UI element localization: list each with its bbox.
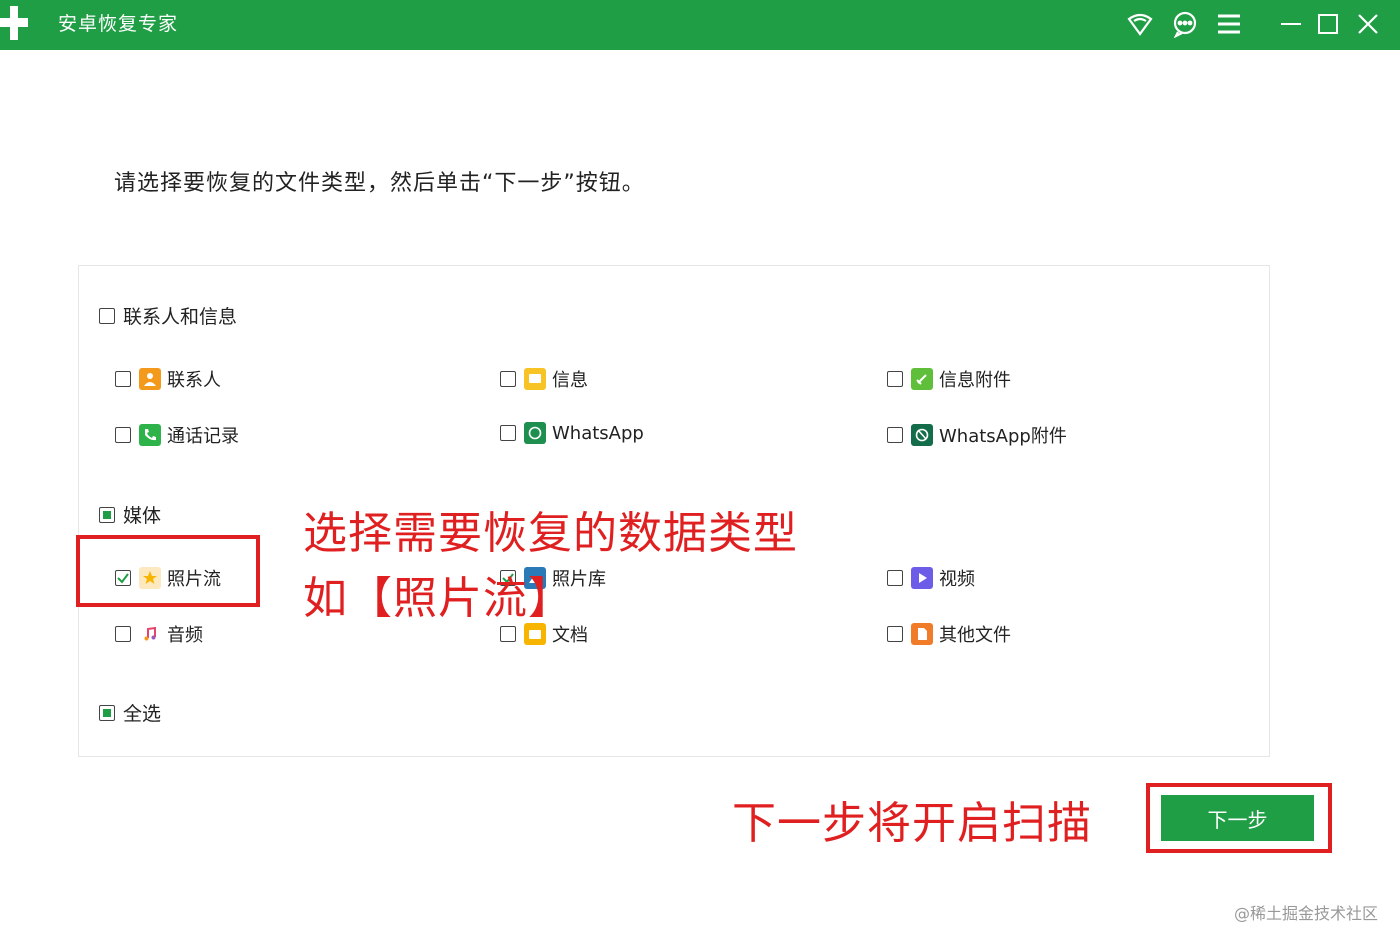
- group-contacts-checkbox-row[interactable]: 联系人和信息: [99, 302, 237, 329]
- item-other-files[interactable]: 其他文件: [887, 621, 1011, 647]
- title-bar: 安卓恢复专家: [0, 0, 1400, 50]
- next-button[interactable]: 下一步: [1161, 795, 1314, 841]
- item-contacts-label: 联系人: [167, 370, 221, 391]
- group-media-checkbox[interactable]: [99, 506, 115, 523]
- item-other-files-checkbox[interactable]: [887, 626, 903, 642]
- item-documents-checkbox[interactable]: [500, 626, 516, 642]
- annotation-line-2: 如【照片流】: [303, 573, 573, 624]
- other-file-icon: [911, 623, 933, 645]
- item-contacts-checkbox[interactable]: [115, 371, 131, 387]
- item-whatsapp-label: WhatsApp: [552, 422, 644, 444]
- maximize-icon[interactable]: [1312, 8, 1344, 40]
- watermark: @稀土掘金技术社区: [1234, 904, 1379, 923]
- annotation-line-1: 选择需要恢复的数据类型: [303, 508, 798, 559]
- select-all-row[interactable]: 全选: [99, 699, 161, 726]
- phone-icon: [139, 424, 161, 446]
- item-messages[interactable]: 信息: [500, 366, 588, 392]
- item-video-checkbox[interactable]: [887, 570, 903, 586]
- item-contacts[interactable]: 联系人: [115, 366, 221, 392]
- close-icon[interactable]: [1352, 8, 1384, 40]
- item-whatsapp-attachments-checkbox[interactable]: [887, 427, 903, 443]
- item-video[interactable]: 视频: [887, 565, 975, 591]
- select-all-checkbox[interactable]: [99, 704, 115, 721]
- item-message-attachments[interactable]: 信息附件: [887, 366, 1011, 392]
- minimize-icon[interactable]: [1275, 8, 1307, 40]
- item-audio-label: 音频: [167, 625, 203, 646]
- item-whatsapp-attachments-label: WhatsApp附件: [939, 426, 1067, 447]
- item-messages-label: 信息: [552, 370, 588, 391]
- item-whatsapp[interactable]: WhatsApp: [500, 422, 644, 444]
- group-media-label: 媒体: [123, 505, 162, 527]
- group-contacts-checkbox[interactable]: [99, 307, 115, 324]
- message-icon: [524, 368, 546, 390]
- menu-icon[interactable]: [1213, 8, 1245, 40]
- chat-icon[interactable]: [1169, 8, 1201, 40]
- item-call-log-checkbox[interactable]: [115, 427, 131, 443]
- contact-icon: [139, 368, 161, 390]
- item-message-attachments-checkbox[interactable]: [887, 371, 903, 387]
- item-call-log-label: 通话记录: [167, 426, 239, 447]
- attachment-icon: [911, 368, 933, 390]
- instruction-text: 请选择要恢复的文件类型，然后单击“下一步”按钮。: [114, 171, 645, 196]
- item-audio-checkbox[interactable]: [115, 626, 131, 642]
- item-video-label: 视频: [939, 569, 975, 590]
- video-icon: [911, 567, 933, 589]
- whatsapp-icon: [524, 422, 546, 444]
- audio-icon: [139, 623, 161, 645]
- item-message-attachments-label: 信息附件: [939, 370, 1011, 391]
- whatsapp-attachment-icon: [911, 424, 933, 446]
- app-logo-icon: [0, 2, 32, 46]
- select-all-label: 全选: [123, 703, 162, 725]
- group-contacts-label: 联系人和信息: [123, 306, 238, 328]
- item-call-log[interactable]: 通话记录: [115, 422, 239, 448]
- item-messages-checkbox[interactable]: [500, 371, 516, 387]
- group-media-checkbox-row[interactable]: 媒体: [99, 501, 161, 528]
- app-title: 安卓恢复专家: [58, 13, 179, 35]
- wifi-icon[interactable]: [1124, 8, 1156, 40]
- item-whatsapp-checkbox[interactable]: [500, 425, 516, 441]
- item-whatsapp-attachments[interactable]: WhatsApp附件: [887, 422, 1067, 448]
- document-icon: [524, 623, 546, 645]
- item-audio[interactable]: 音频: [115, 621, 203, 647]
- annotation-next-hint: 下一步将开启扫描: [732, 798, 1092, 849]
- highlight-box-photo-stream: [76, 535, 260, 607]
- item-other-files-label: 其他文件: [939, 625, 1011, 646]
